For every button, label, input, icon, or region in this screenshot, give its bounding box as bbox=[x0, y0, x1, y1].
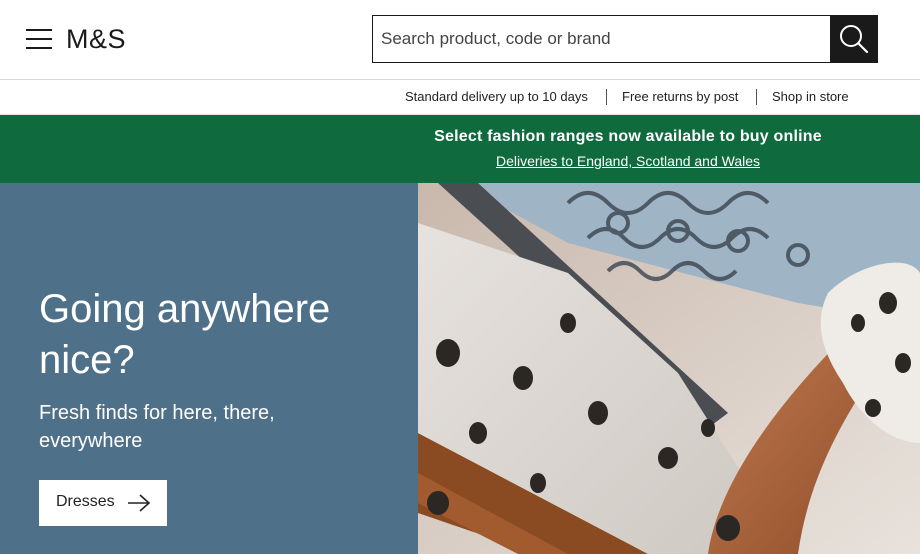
info-divider bbox=[756, 89, 757, 105]
hamburger-menu-button[interactable] bbox=[26, 28, 52, 50]
info-shop-in-store[interactable]: Shop in store bbox=[772, 80, 849, 114]
promo-banner: Select fashion ranges now available to b… bbox=[0, 115, 920, 183]
info-standard-delivery[interactable]: Standard delivery up to 10 days bbox=[405, 80, 588, 114]
banner-delivery-link[interactable]: Deliveries to England, Scotland and Wale… bbox=[0, 153, 920, 169]
hero-subheading: Fresh finds for here, there, everywhere bbox=[39, 402, 275, 452]
site-header: M&S bbox=[0, 0, 920, 80]
ms-logo[interactable]: M&S bbox=[66, 24, 126, 55]
menu-line-icon bbox=[26, 29, 52, 31]
delivery-info-bar: Standard delivery up to 10 days Free ret… bbox=[0, 80, 920, 115]
dresses-button-label: Dresses bbox=[56, 493, 115, 510]
info-free-returns[interactable]: Free returns by post bbox=[622, 80, 738, 114]
arrow-right-icon bbox=[128, 494, 151, 512]
hero-image[interactable] bbox=[418, 183, 920, 554]
info-divider bbox=[606, 89, 607, 105]
hero-heading: Going anywhere nice? bbox=[39, 287, 331, 382]
hero-text-panel: Going anywhere nice? Fresh finds for her… bbox=[0, 183, 418, 554]
search-bar bbox=[372, 15, 878, 63]
menu-line-icon bbox=[26, 38, 52, 40]
search-button[interactable] bbox=[830, 15, 878, 63]
banner-title: Select fashion ranges now available to b… bbox=[434, 128, 822, 145]
hero-photo-dress bbox=[418, 183, 920, 554]
menu-line-icon bbox=[26, 47, 52, 49]
search-input[interactable] bbox=[372, 15, 830, 63]
dresses-button[interactable]: Dresses bbox=[39, 480, 167, 526]
search-icon bbox=[840, 25, 869, 54]
